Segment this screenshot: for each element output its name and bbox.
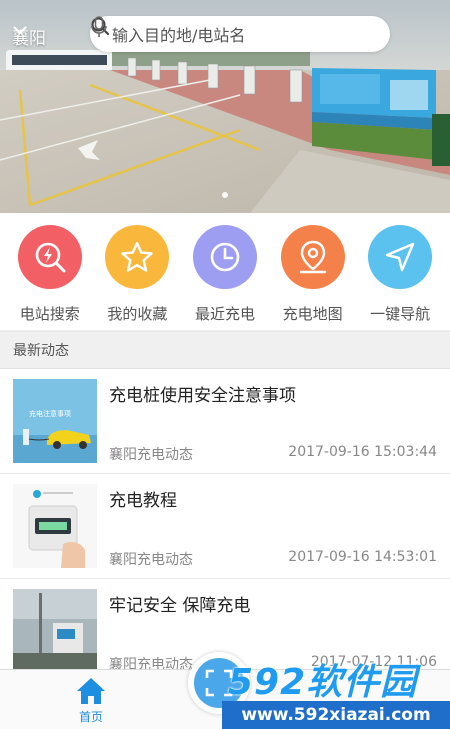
news-source: 襄阳充电动态 xyxy=(109,447,193,463)
station-search-icon xyxy=(17,225,82,289)
action-label: 电站搜索 xyxy=(19,305,80,323)
action-label: 充电地图 xyxy=(282,305,343,323)
scan-button[interactable] xyxy=(188,652,250,714)
carousel-dot-active xyxy=(222,192,228,198)
tab-home[interactable]: 首页 xyxy=(68,676,114,725)
news-item[interactable]: 充电注意事项 充电桩使用安全注意事项 襄阳充电动态 2017-09-16 15:… xyxy=(0,369,450,474)
clock-icon xyxy=(192,225,257,289)
city-selector[interactable]: 襄阳 xyxy=(12,24,46,49)
news-time: 2017-07-12 11:06 xyxy=(310,654,437,669)
chevron-down-icon xyxy=(13,26,27,35)
news-source: 襄阳充电动态 xyxy=(109,657,193,669)
microphone-icon[interactable] xyxy=(90,16,108,38)
hero-banner[interactable]: 襄阳 输入目的地/电站名 xyxy=(0,0,450,213)
navigation-arrow-icon xyxy=(368,225,433,289)
news-item[interactable]: 充电教程 襄阳充电动态 2017-09-16 14:53:01 xyxy=(0,474,450,579)
action-label: 我的收藏 xyxy=(107,305,168,323)
action-label: 最近充电 xyxy=(194,305,255,323)
news-thumbnail xyxy=(13,484,97,568)
news-title: 充电桩使用安全注意事项 xyxy=(109,386,296,406)
search-bar[interactable]: 输入目的地/电站名 xyxy=(90,16,390,52)
action-station-search[interactable]: 电站搜索 xyxy=(6,225,94,330)
action-charging-map[interactable]: 充电地图 xyxy=(269,225,357,330)
news-title: 充电教程 xyxy=(109,491,177,511)
tab-home-label: 首页 xyxy=(78,710,103,724)
scan-icon xyxy=(205,669,233,697)
quick-actions: 电站搜索 我的收藏 最近充电 充电地图 一键导航 xyxy=(0,213,450,330)
carousel-indicator xyxy=(0,192,450,198)
news-time: 2017-09-16 15:03:44 xyxy=(288,444,437,460)
news-thumbnail: 充电注意事项 xyxy=(13,379,97,463)
search-placeholder[interactable]: 输入目的地/电站名 xyxy=(112,22,378,46)
news-source: 襄阳充电动态 xyxy=(109,552,193,568)
news-thumbnail xyxy=(13,589,97,669)
action-label: 一键导航 xyxy=(370,305,431,323)
action-one-click-navigation[interactable]: 一键导航 xyxy=(356,225,444,330)
action-favorites[interactable]: 我的收藏 xyxy=(94,225,182,330)
map-pin-icon xyxy=(280,225,345,289)
star-icon xyxy=(105,225,170,289)
news-title: 牢记安全 保障充电 xyxy=(109,596,251,616)
news-time: 2017-09-16 14:53:01 xyxy=(288,549,437,565)
news-list: 充电注意事项 充电桩使用安全注意事项 襄阳充电动态 2017-09-16 15:… xyxy=(0,369,450,669)
news-thumbnail-caption: 充电注意事项 xyxy=(29,410,71,418)
news-section-header: 最新动态 xyxy=(0,331,450,369)
home-icon xyxy=(77,678,105,704)
action-recent-charging[interactable]: 最近充电 xyxy=(181,225,269,330)
